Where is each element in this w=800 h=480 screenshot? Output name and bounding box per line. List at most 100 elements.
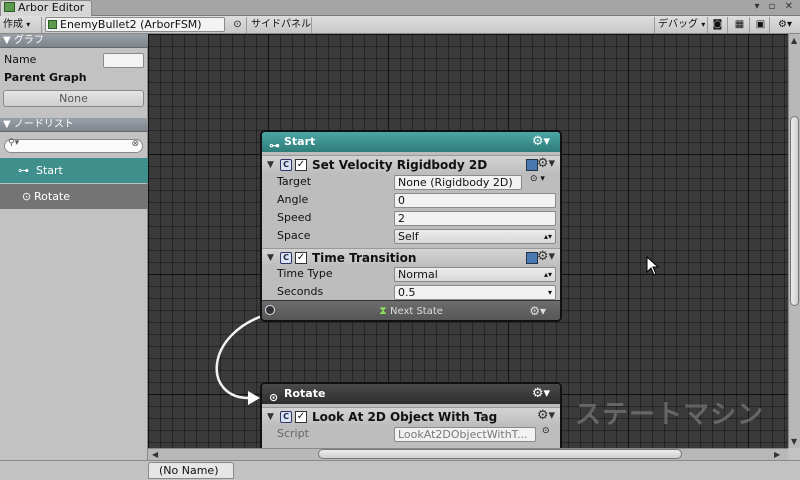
graph-name-tab[interactable]: (No Name) xyxy=(148,462,234,479)
next-state-link[interactable]: ⧗ Next State ⚙▾ xyxy=(262,300,560,320)
target-circle-icon[interactable]: ⊙ xyxy=(542,426,550,436)
create-menu-button[interactable]: 作成 ▾ xyxy=(0,17,42,33)
enable-checkbox[interactable]: ✓ xyxy=(295,252,307,264)
graph-section-header[interactable]: ▼ グラフ xyxy=(0,34,148,48)
gear-icon[interactable]: ⚙▾ xyxy=(537,407,555,425)
dropdown-arrow-icon: ▾ xyxy=(701,20,706,29)
window-tab-bar: Arbor Editor ▾ ▫ ✕ xyxy=(0,0,800,16)
dropdown-arrow-icon: ▾ xyxy=(26,20,31,29)
state-icon: ⊙ xyxy=(269,391,279,404)
behaviour-title: Look At 2D Object With Tag xyxy=(312,410,498,424)
node-title: Start xyxy=(284,135,316,148)
prop-label-time-type: Time Type xyxy=(277,267,333,280)
enable-checkbox[interactable]: ✓ xyxy=(295,411,307,423)
target-object-field[interactable]: None (Rigidbody 2D) xyxy=(394,175,522,190)
gear-icon[interactable]: ⚙▾ xyxy=(537,248,555,266)
side-panel-button[interactable]: サイドパネル xyxy=(248,17,312,33)
node-title: Rotate xyxy=(284,387,326,400)
behaviour-title: Set Velocity Rigidbody 2D xyxy=(312,158,488,172)
prop-label-script: Script xyxy=(277,427,309,440)
speed-input[interactable]: 2 xyxy=(394,211,556,226)
state-icon: ⊙ xyxy=(22,190,32,203)
seconds-input[interactable]: 0.5 ▾ xyxy=(394,285,556,300)
node-list-item-rotate[interactable]: ⊙ Rotate xyxy=(0,184,148,209)
rotate-node-header[interactable]: ⊙ Rotate ⚙▾ xyxy=(262,384,560,404)
arbor-icon xyxy=(4,2,15,12)
behaviour-header-time-transition[interactable]: ▼ C ✓ Time Transition ⚙▾ xyxy=(262,248,560,266)
vertical-scroll-thumb[interactable] xyxy=(790,116,799,306)
parent-graph-button[interactable]: None xyxy=(3,90,144,107)
space-dropdown[interactable]: Self ▴▾ xyxy=(394,229,556,244)
seconds-value: 0.5 xyxy=(398,286,416,299)
status-bar xyxy=(0,460,800,480)
behaviour-header-look-at[interactable]: ▼ C ✓ Look At 2D Object With Tag ⚙▾ xyxy=(262,407,560,425)
script-object-field[interactable]: LookAt2DObjectWithT... xyxy=(394,427,536,442)
grid-icon[interactable]: ▦ xyxy=(730,17,750,33)
enable-checkbox[interactable]: ✓ xyxy=(295,159,307,171)
time-type-value: Normal xyxy=(398,268,438,281)
fsm-value: EnemyBullet2 (ArborFSM) xyxy=(60,18,202,31)
gear-icon[interactable]: ⚙▾ xyxy=(537,155,555,173)
fold-arrow-icon: ▼ xyxy=(3,119,11,130)
fold-arrow-icon: ▼ xyxy=(3,35,11,46)
space-value: Self xyxy=(398,230,419,243)
gear-icon[interactable]: ⚙▾ xyxy=(532,132,550,152)
node-search-input[interactable]: ⚲▾ ⊗ xyxy=(4,138,143,153)
prop-label-space: Space xyxy=(277,229,311,242)
camera-icon[interactable]: ◙ xyxy=(708,17,728,33)
settings-gear-icon[interactable]: ⚙▾ xyxy=(772,17,798,33)
time-type-dropdown[interactable]: Normal ▴▾ xyxy=(394,267,556,282)
create-label: 作成 xyxy=(3,19,23,30)
clear-search-icon[interactable]: ⊗ xyxy=(131,139,139,149)
behaviour-header-set-velocity[interactable]: ▼ C ✓ Set Velocity Rigidbody 2D ⚙▾ xyxy=(262,155,560,173)
graph-canvas[interactable]: ステートマシン ⊶ Start ⚙▾ ▼ C ✓ Set Velocity Ri… xyxy=(148,34,788,448)
fold-arrow-icon: ▼ xyxy=(267,412,274,422)
side-panel: ▼ グラフ Name Parent Graph None ▼ ノードリスト ⚲▾… xyxy=(0,34,148,460)
help-book-icon[interactable]: ▣ xyxy=(752,17,770,33)
start-state-node[interactable]: ⊶ Start ⚙▾ ▼ C ✓ Set Velocity Rigidbody … xyxy=(260,130,562,322)
parent-graph-label: Parent Graph xyxy=(4,71,87,84)
link-slot-icon[interactable] xyxy=(265,305,275,315)
start-state-icon: ⊶ xyxy=(269,139,280,152)
debug-menu-button[interactable]: デバッグ ▾ xyxy=(654,17,708,33)
target-circle-icon[interactable]: ⊙ ▾ xyxy=(530,174,545,184)
dropdown-arrow-icon: ▾ xyxy=(547,288,552,297)
window-controls[interactable]: ▾ ▫ ✕ xyxy=(754,1,796,15)
updown-arrow-icon: ▴▾ xyxy=(543,270,552,279)
target-circle-icon[interactable]: ⊙ xyxy=(229,17,247,33)
gear-icon[interactable]: ⚙▾ xyxy=(529,301,546,321)
updown-arrow-icon: ▴▾ xyxy=(543,232,552,241)
search-icon: ⚲▾ xyxy=(8,138,20,148)
start-node-header[interactable]: ⊶ Start ⚙▾ xyxy=(262,132,560,152)
node-list-label: Start xyxy=(36,164,63,177)
prop-label-angle: Angle xyxy=(277,193,309,206)
link-label: Next State xyxy=(389,306,443,317)
scroll-left-arrow-icon[interactable]: ◀ xyxy=(152,450,158,459)
hourglass-icon: ⧗ xyxy=(379,304,387,317)
angle-input[interactable]: 0 xyxy=(394,193,556,208)
node-list-section-header[interactable]: ▼ ノードリスト xyxy=(0,118,148,132)
node-list-label: Rotate xyxy=(34,190,71,203)
prop-label-speed: Speed xyxy=(277,211,312,224)
graph-section-label: グラフ xyxy=(13,35,44,46)
scroll-up-arrow-icon[interactable]: ▲ xyxy=(791,36,797,45)
debug-label: デバッグ xyxy=(658,19,698,30)
window-tab[interactable]: Arbor Editor xyxy=(0,0,92,16)
fold-arrow-icon: ▼ xyxy=(267,253,274,263)
prop-label-target: Target xyxy=(277,175,312,188)
horizontal-scroll-thumb[interactable] xyxy=(318,449,682,459)
name-label: Name xyxy=(4,53,37,66)
gear-icon[interactable]: ⚙▾ xyxy=(532,384,550,404)
prop-label-seconds: Seconds xyxy=(277,285,324,298)
arbor-fsm-icon xyxy=(48,20,57,29)
script-icon: C xyxy=(280,159,292,171)
scroll-right-arrow-icon[interactable]: ▶ xyxy=(774,450,780,459)
fsm-object-field[interactable]: EnemyBullet2 (ArborFSM) xyxy=(45,17,225,32)
name-input[interactable] xyxy=(103,53,144,68)
node-list-item-start[interactable]: ⊶ Start xyxy=(0,158,148,183)
start-state-icon: ⊶ xyxy=(18,164,29,177)
scroll-down-arrow-icon[interactable]: ▼ xyxy=(791,437,797,446)
script-icon: C xyxy=(280,411,292,423)
script-icon: C xyxy=(280,252,292,264)
rotate-state-node[interactable]: ⊙ Rotate ⚙▾ ▼ C ✓ Look At 2D Object With… xyxy=(260,382,562,448)
